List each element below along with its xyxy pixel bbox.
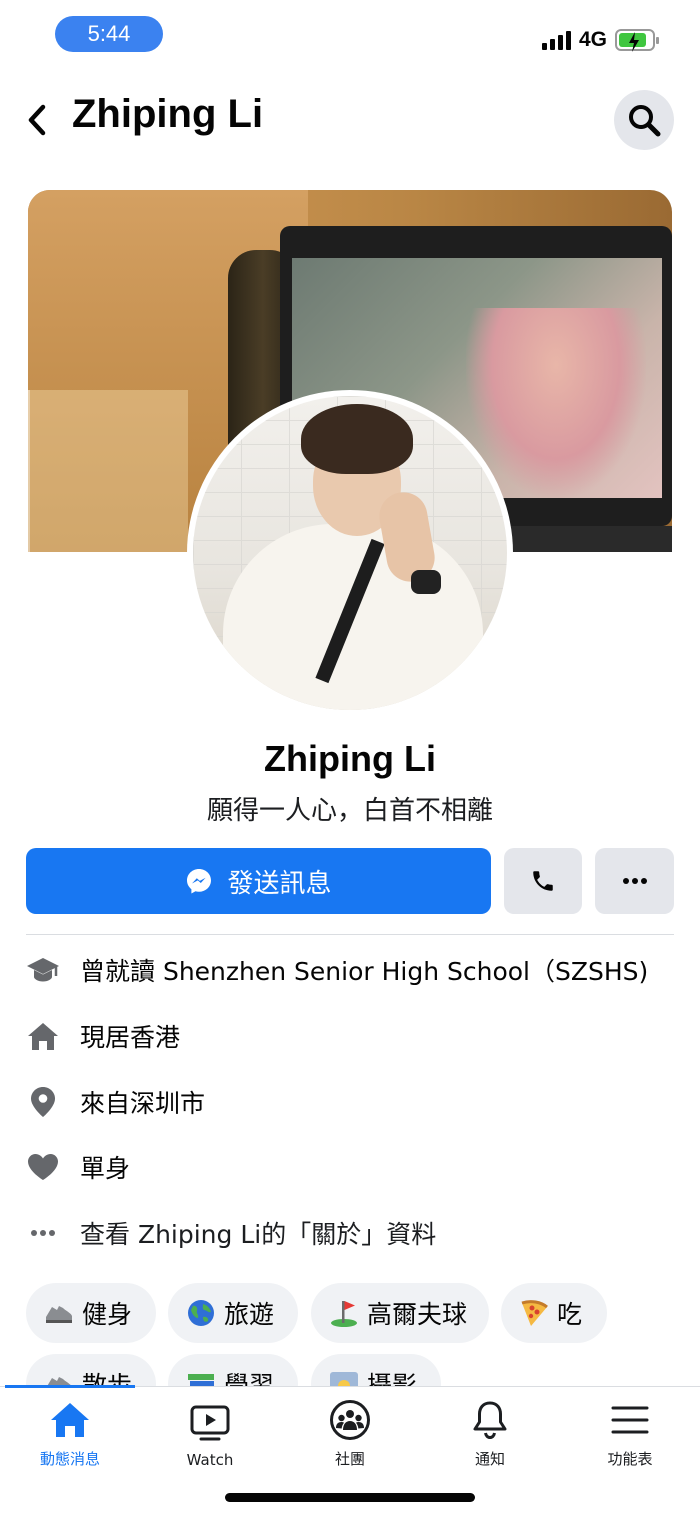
- golf-flag-icon: [329, 1298, 359, 1328]
- current-city-text: 現居香港: [80, 1023, 181, 1052]
- pizza-icon: [519, 1298, 549, 1328]
- hometown-text: 來自深圳市: [80, 1089, 206, 1118]
- more-dots-icon: [24, 1214, 62, 1252]
- tab-label: 功能表: [607, 1450, 653, 1468]
- relationship-text: 單身: [80, 1154, 131, 1183]
- see-about-info-link[interactable]: 查看 Zhiping Li的「關於」資料: [24, 1209, 684, 1257]
- hobby-label: 高爾夫球: [367, 1300, 468, 1329]
- intro-education[interactable]: 曾就讀 Shenzhen Senior High School（SZSHS): [24, 946, 684, 994]
- tab-news-feed[interactable]: 動態消息: [0, 1387, 140, 1483]
- tab-label: 社團: [334, 1450, 365, 1468]
- divider: [26, 934, 674, 935]
- page-title: Zhiping Li: [72, 92, 264, 136]
- hobby-chip[interactable]: 旅遊: [168, 1283, 298, 1343]
- status-indicators: 4G: [541, 26, 659, 54]
- more-options-button[interactable]: [595, 848, 674, 914]
- menu-icon: [608, 1398, 652, 1442]
- graduation-cap-icon: [24, 951, 62, 989]
- signal-icon: [541, 30, 571, 50]
- tab-notifications[interactable]: 通知: [420, 1387, 560, 1483]
- battery-level: [619, 32, 647, 52]
- status-bar: 5:44 4G: [0, 0, 700, 76]
- tab-label: 動態消息: [39, 1450, 100, 1468]
- hobby-label: 健身: [82, 1300, 133, 1329]
- see-about-text: 查看 Zhiping Li的「關於」資料: [80, 1220, 437, 1249]
- globe-icon: [186, 1298, 216, 1328]
- more-dots-icon: [622, 878, 647, 884]
- chevron-left-icon: [28, 104, 46, 136]
- phone-icon: [533, 871, 553, 891]
- search-button[interactable]: [614, 90, 674, 150]
- send-message-button[interactable]: 發送訊息: [26, 848, 491, 914]
- profile-bio: 願得一人心，白首不相離: [206, 796, 493, 826]
- hobby-chip[interactable]: 健身: [26, 1283, 156, 1343]
- tab-label: 通知: [474, 1450, 505, 1468]
- avatar: [193, 396, 507, 710]
- profile-name: Zhiping Li: [264, 738, 436, 779]
- intro-hometown[interactable]: 來自深圳市: [24, 1078, 684, 1126]
- profile-header: Zhiping Li: [0, 76, 700, 168]
- intro-relationship[interactable]: 單身: [24, 1143, 684, 1191]
- hobby-chip[interactable]: 吃: [501, 1283, 607, 1343]
- profile-picture[interactable]: [187, 390, 513, 716]
- status-time: 5:44: [55, 16, 163, 52]
- tab-menu[interactable]: 功能表: [560, 1387, 700, 1483]
- send-message-label: 發送訊息: [227, 868, 332, 899]
- hobby-chip[interactable]: 高爾夫球: [311, 1283, 489, 1343]
- hobby-label: 旅遊: [224, 1300, 275, 1329]
- running-shoe-icon: [44, 1298, 74, 1328]
- call-button[interactable]: [504, 848, 582, 914]
- education-text: 曾就讀 Shenzhen Senior High School（SZSHS): [80, 957, 649, 986]
- tab-watch[interactable]: Watch: [140, 1387, 280, 1483]
- tab-groups[interactable]: 社團: [280, 1387, 420, 1483]
- home-icon: [48, 1398, 92, 1442]
- groups-icon: [328, 1398, 372, 1442]
- home-indicator: [225, 1493, 475, 1502]
- search-icon: [629, 105, 661, 137]
- tab-label: Watch: [186, 1451, 234, 1469]
- location-pin-icon: [24, 1083, 62, 1121]
- battery-icon: [615, 29, 659, 52]
- watch-video-icon: [188, 1401, 232, 1445]
- house-icon: [24, 1017, 62, 1055]
- bell-icon: [468, 1398, 512, 1442]
- back-button[interactable]: [22, 100, 52, 140]
- network-type: 4G: [578, 28, 607, 51]
- hobby-label: 吃: [557, 1300, 583, 1329]
- intro-current-city[interactable]: 現居香港: [24, 1012, 684, 1060]
- heart-icon: [24, 1148, 62, 1186]
- messenger-icon: [187, 869, 212, 894]
